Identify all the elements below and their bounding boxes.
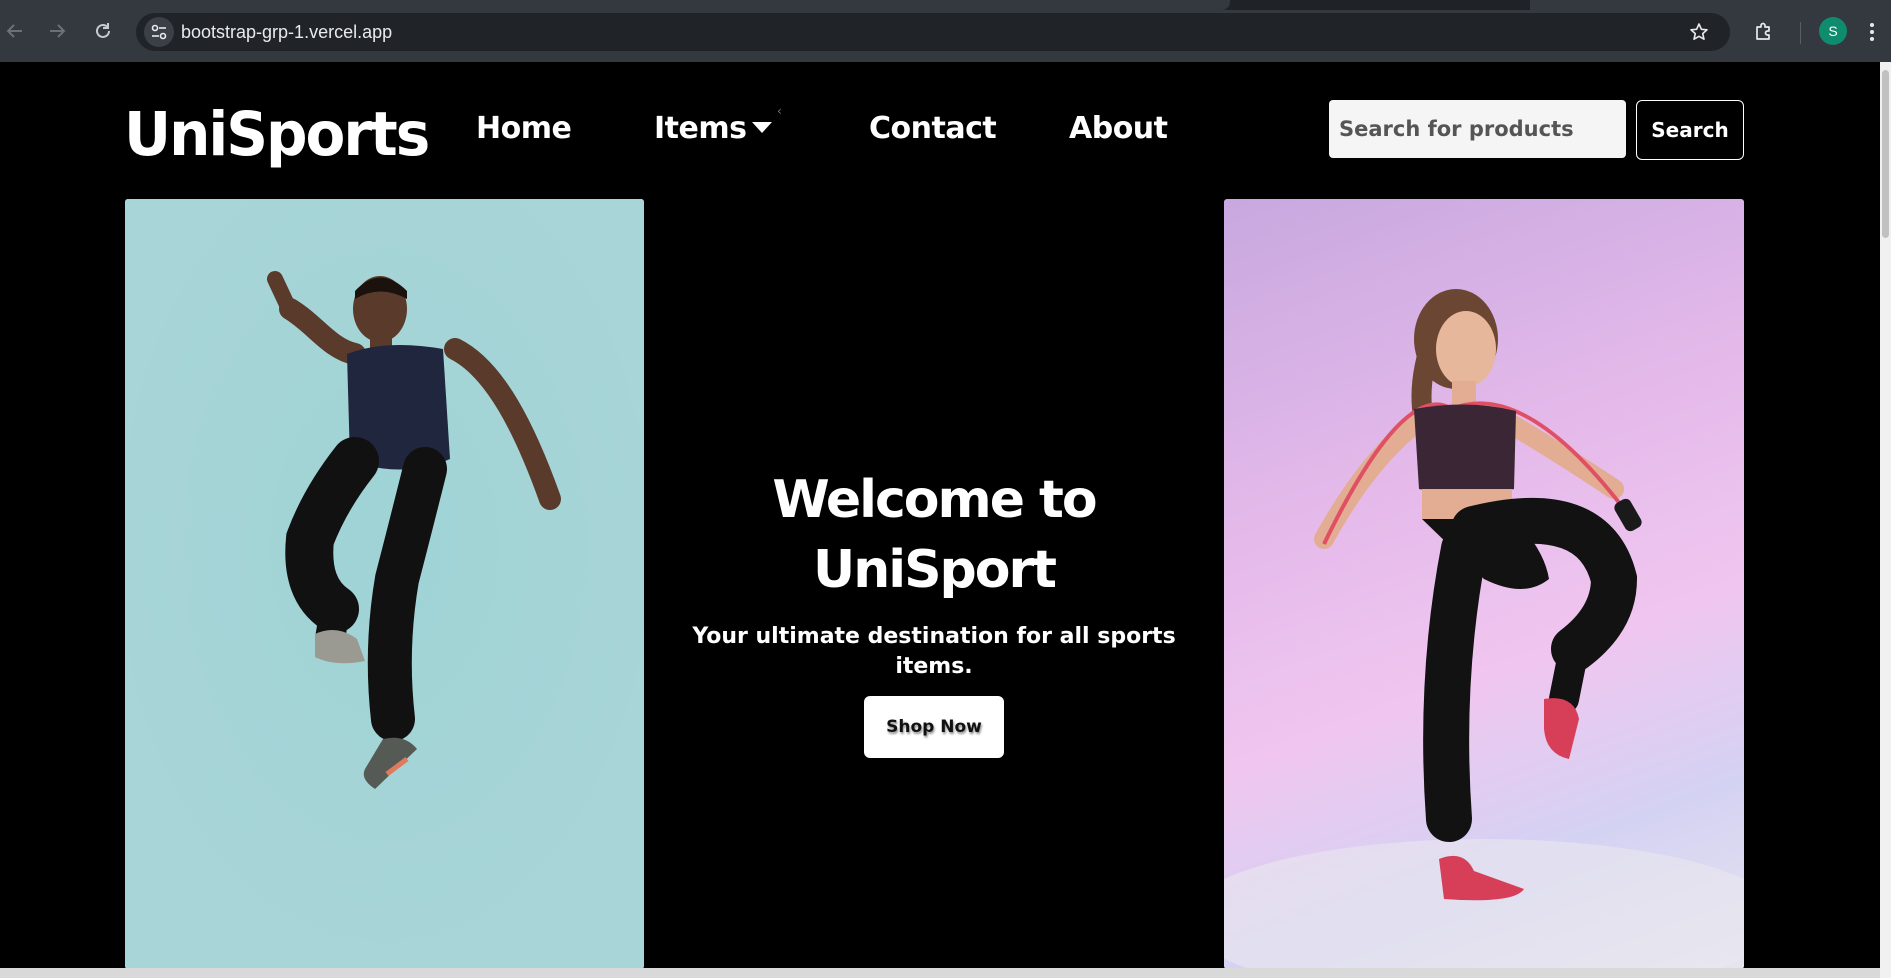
toolbar-divider: [1800, 22, 1801, 44]
extensions-button[interactable]: [1748, 16, 1780, 48]
hero-subtitle: Your ultimate destination for all sports…: [692, 624, 1176, 679]
page-content: UniSports Home Items ‹ Contact About Sea…: [0, 62, 1880, 978]
forward-button[interactable]: [42, 16, 72, 46]
hero-image-right: [1224, 199, 1744, 969]
reload-button[interactable]: [88, 16, 118, 46]
shop-now-button[interactable]: Shop Now: [864, 696, 1004, 758]
arrow-left-icon: [6, 24, 22, 38]
address-bar[interactable]: bootstrap-grp-1.vercel.app: [136, 13, 1730, 51]
browser-chrome: bootstrap-grp-1.vercel.app S: [0, 0, 1891, 62]
chevron-down-icon[interactable]: [752, 122, 772, 133]
athlete-man-illustration: [125, 199, 644, 969]
nav-link-contact[interactable]: Contact: [869, 104, 997, 154]
bookmark-button[interactable]: [1684, 17, 1714, 47]
url-text[interactable]: bootstrap-grp-1.vercel.app: [181, 13, 392, 51]
profile-avatar[interactable]: S: [1819, 17, 1847, 45]
nav-link-items[interactable]: Items: [654, 104, 747, 154]
vertical-scrollbar[interactable]: [1880, 62, 1891, 978]
scrollbar-thumb[interactable]: [1882, 70, 1889, 238]
kebab-icon-dot: [1870, 37, 1874, 41]
athlete-woman-illustration: [1224, 289, 1744, 969]
hero-image-left: [125, 199, 644, 969]
page-bottom-strip: [0, 968, 1880, 978]
reload-icon: [96, 23, 110, 38]
arrow-right-icon: [50, 24, 66, 38]
search-button[interactable]: Search: [1636, 100, 1744, 160]
nav-link-home[interactable]: Home: [476, 104, 572, 154]
tab-strip-segment: [1530, 0, 1891, 10]
kebab-icon: [1870, 23, 1874, 27]
back-button[interactable]: [0, 16, 30, 46]
brand-logo[interactable]: UniSports: [124, 97, 430, 171]
puzzle-icon: [1756, 22, 1770, 40]
cursor-mark: ‹: [777, 104, 782, 118]
tab-strip-segment: [0, 0, 1230, 10]
site-info-button[interactable]: [144, 17, 174, 47]
kebab-icon-dot: [1870, 30, 1874, 34]
hero-title: Welcome to UniSport: [772, 470, 1097, 600]
nav-link-about[interactable]: About: [1069, 104, 1168, 154]
search-input[interactable]: [1329, 100, 1626, 158]
tune-icon: [151, 24, 167, 40]
tab-strip: [0, 0, 1891, 10]
browser-menu-button[interactable]: [1862, 17, 1882, 47]
star-icon: [1690, 23, 1708, 40]
